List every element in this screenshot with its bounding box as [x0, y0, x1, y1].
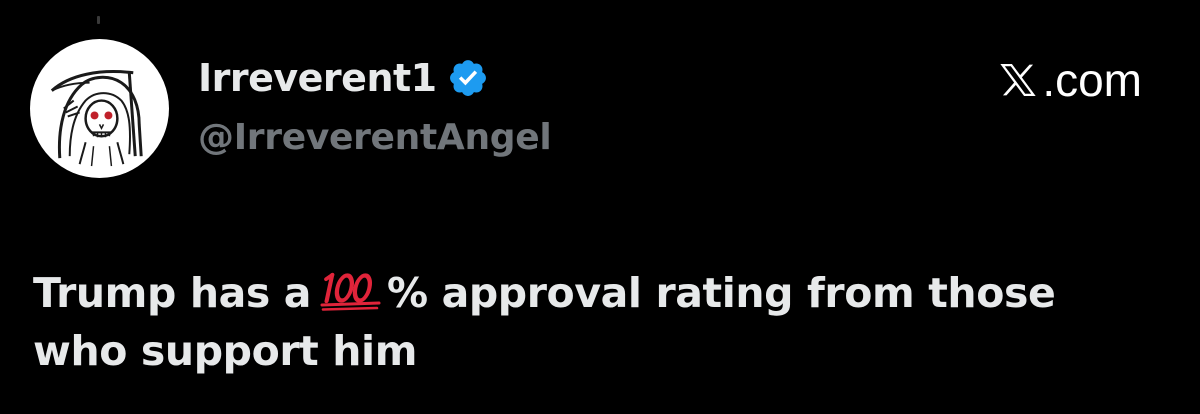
x-logo-icon [1000, 63, 1036, 97]
avatar[interactable] [30, 39, 169, 178]
author-name-row: Irreverent1 [198, 52, 489, 104]
verified-badge-icon[interactable] [447, 57, 489, 99]
brand-watermark: .com [996, 54, 1142, 106]
grim-reaper-avatar-icon [50, 70, 143, 167]
100-points-icon [319, 271, 381, 311]
display-name[interactable]: Irreverent1 [198, 56, 437, 100]
tweet-text-part-1: Trump has a [33, 269, 312, 317]
image-artifact [97, 16, 100, 24]
brand-domain: .com [1042, 54, 1142, 106]
tweet-text: Trump has a % approval rating from those… [33, 264, 1163, 380]
user-handle[interactable]: @IrreverentAngel [198, 117, 552, 158]
tweet-card: Irreverent1 @IrreverentAngel .com Trump … [0, 0, 1200, 414]
